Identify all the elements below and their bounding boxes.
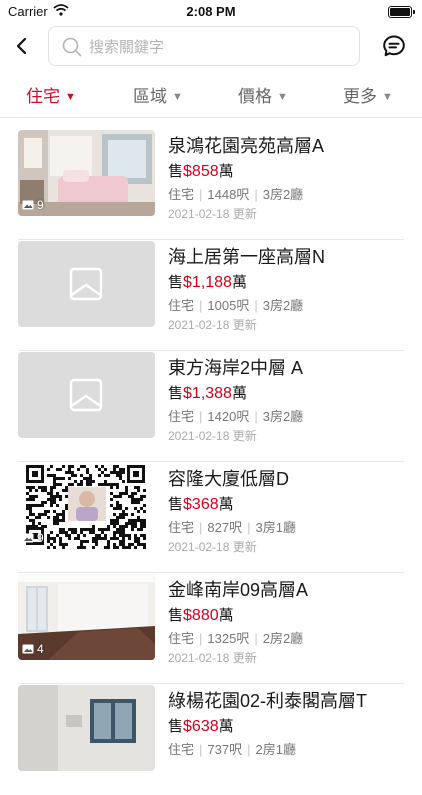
listing-updated-date: 2021-02-18 更新	[168, 207, 257, 221]
listing-title: 泉鴻花園亮苑高層A	[168, 136, 325, 156]
listing-specs: 住宅 | 737呎 | 2房1廳	[168, 742, 296, 757]
listing-item[interactable]: 9 泉鴻花園亮苑高層A 售$858萬 住宅 | 1448呎 | 3房2廳 2021-02…	[18, 130, 404, 240]
listing-updated-date: 2021-02-18 更新	[168, 429, 257, 443]
listing-photo-placeholder	[18, 352, 155, 438]
back-button[interactable]	[10, 32, 36, 60]
listing-specs: 住宅 | 1420呎 | 3房2廳	[168, 409, 304, 424]
listing-photo: 9	[18, 130, 155, 216]
photo-count: 9	[22, 198, 44, 212]
caret-down-icon: ▼	[382, 91, 393, 103]
battery-icon	[388, 6, 415, 18]
listing-item[interactable]: 9 容隆大廈低層D 售$368萬 住宅 | 827呎 | 3房1廳 2021-02-18…	[18, 463, 404, 573]
listing-title: 海上居第一座高層N	[168, 247, 325, 267]
listing-price: 售$368萬	[168, 496, 234, 513]
listing-item[interactable]: 海上居第一座高層N 售$1,188萬 住宅 | 1005呎 | 3房2廳 2021-02…	[18, 241, 404, 351]
search-box[interactable]	[48, 26, 360, 66]
image-placeholder-icon	[69, 267, 103, 301]
listing-price: 售$1,188萬	[168, 274, 247, 291]
listing-specs: 住宅 | 1448呎 | 3房2廳	[168, 187, 304, 202]
filter-bar: 住宅 ▼ 區域 ▼ 價格 ▼ 更多 ▼	[0, 70, 422, 118]
filter-district[interactable]: 區域 ▼	[133, 82, 183, 106]
photo-count: 4	[22, 642, 44, 656]
nav-bar	[0, 22, 422, 70]
listing-item[interactable]: 東方海岸2中層 A 售$1,388萬 住宅 | 1420呎 | 3房2廳 2021-02…	[18, 352, 404, 462]
filter-label: 住宅	[26, 87, 60, 106]
listing-title: 綠楊花園02-利泰閣高層T	[168, 691, 368, 711]
filter-label: 區域	[133, 87, 167, 106]
listing-price: 售$858萬	[168, 163, 234, 180]
chat-bubble-icon	[383, 35, 405, 57]
listing-price: 售$880萬	[168, 607, 234, 624]
image-placeholder-icon	[69, 378, 103, 412]
listing-item[interactable]: 4 金峰南岸09高層A 售$880萬 住宅 | 1325呎 | 2房2廳 2021-02…	[18, 574, 404, 684]
chevron-left-icon	[16, 37, 27, 55]
listing-price: 售$638萬	[168, 718, 234, 735]
listing-updated-date: 2021-02-18 更新	[168, 318, 257, 332]
filter-label: 價格	[238, 87, 272, 106]
listing-title: 容隆大廈低層D	[168, 469, 289, 489]
filter-price[interactable]: 價格 ▼	[238, 82, 288, 106]
photo-icon	[22, 533, 34, 543]
search-icon	[62, 37, 82, 57]
filter-property-type[interactable]: 住宅 ▼	[26, 82, 76, 106]
listing-title: 金峰南岸09高層A	[168, 580, 309, 600]
caret-down-icon: ▼	[65, 91, 76, 103]
listing-photo: 9	[18, 463, 155, 549]
filter-label: 更多	[343, 87, 377, 106]
listing-price: 售$1,388萬	[168, 385, 247, 402]
photo-icon	[22, 644, 34, 654]
listing-title: 東方海岸2中層 A	[168, 358, 304, 378]
listing-updated-date: 2021-02-18 更新	[168, 651, 257, 665]
listing-photo-placeholder	[18, 241, 155, 327]
listing-updated-date: 2021-02-18 更新	[168, 540, 257, 554]
filter-more[interactable]: 更多 ▼	[343, 82, 393, 106]
listing-photo	[18, 685, 155, 771]
listing-specs: 住宅 | 1005呎 | 3房2廳	[168, 298, 304, 313]
caret-down-icon: ▼	[277, 91, 288, 103]
listing-item[interactable]: 綠楊花園02-利泰閣高層T 售$638萬 住宅 | 737呎 | 2房1廳	[18, 685, 404, 795]
photo-icon	[22, 200, 34, 210]
status-bar: Carrier 2:08 PM	[0, 0, 422, 22]
caret-down-icon: ▼	[172, 91, 183, 103]
listing-specs: 住宅 | 827呎 | 3房1廳	[168, 520, 296, 535]
listing-specs: 住宅 | 1325呎 | 2房2廳	[168, 631, 304, 646]
clock: 2:08 PM	[186, 4, 236, 19]
chat-button[interactable]	[382, 34, 406, 58]
photo-count: 9	[22, 531, 44, 545]
search-input[interactable]	[87, 35, 351, 59]
listing-photo: 4	[18, 574, 155, 660]
